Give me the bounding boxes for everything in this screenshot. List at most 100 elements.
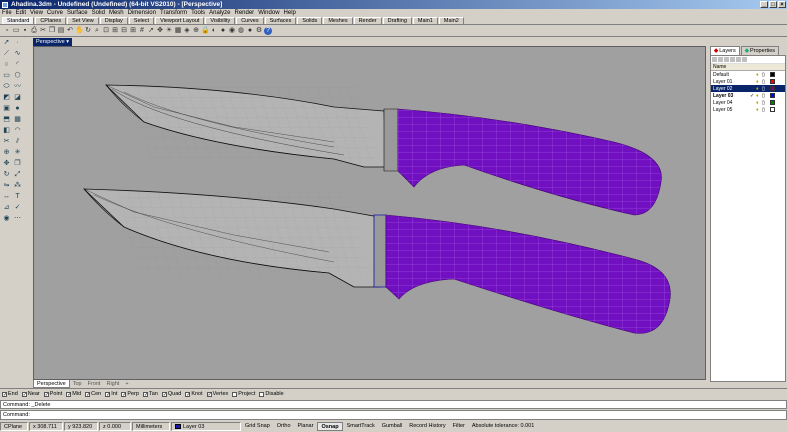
select-icon[interactable]: ➚ <box>147 27 155 35</box>
layer-color-swatch[interactable] <box>770 79 775 84</box>
render-tool-icon[interactable]: ◉ <box>2 214 11 223</box>
render-icon[interactable]: ● <box>219 27 227 35</box>
osnap-quad[interactable]: ✓ Quad <box>161 391 181 397</box>
mirror-tool-icon[interactable]: ⇋ <box>2 181 11 190</box>
cplane-field[interactable]: CPlane <box>0 422 28 431</box>
filter-icon[interactable] <box>742 57 747 62</box>
copy-icon[interactable]: ❐ <box>48 27 56 35</box>
zoom-window-icon[interactable]: ⊡ <box>102 27 110 35</box>
new-layer-icon[interactable] <box>712 57 717 62</box>
curve-tool-icon[interactable]: ∿ <box>13 49 22 58</box>
osnap-perp[interactable]: ✓ Perp <box>121 391 139 397</box>
osnap-vertex[interactable]: ✓ Vertex <box>206 391 228 397</box>
surface-tool-icon[interactable]: ◩ <box>2 93 11 102</box>
osnap-knot[interactable]: ✓ Knot <box>185 391 203 397</box>
checkbox[interactable] <box>232 391 238 397</box>
move-down-icon[interactable] <box>736 57 741 62</box>
boolean-tool-icon[interactable]: ◧ <box>2 126 11 135</box>
box-tool-icon[interactable]: ▣ <box>2 104 11 113</box>
lights-icon[interactable]: ☀ <box>165 27 173 35</box>
status-filter[interactable]: Filter <box>450 422 468 431</box>
viewport-tab-top[interactable]: Top <box>70 380 85 388</box>
menu-render[interactable]: Render <box>235 10 255 16</box>
fillet-tool-icon[interactable]: ◠ <box>13 126 22 135</box>
osnap-int[interactable]: ✓ Int <box>105 391 117 397</box>
ellipse-tool-icon[interactable]: ⬭ <box>2 82 11 91</box>
print-icon[interactable]: ⎙ <box>30 27 38 35</box>
layer-color-swatch[interactable] <box>770 100 775 105</box>
lock-icon[interactable]: ▯ <box>762 93 768 99</box>
osnap-point[interactable]: ✓ Point <box>43 391 62 397</box>
tab-visibility[interactable]: Visibility <box>205 17 236 24</box>
checkbox[interactable]: ✓ <box>85 391 90 397</box>
delete-layer-icon[interactable] <box>724 57 729 62</box>
tab-cplanes[interactable]: CPlanes <box>35 17 67 24</box>
tab-main1[interactable]: Main1 <box>412 17 438 24</box>
tab-set-view[interactable]: Set View <box>67 17 99 24</box>
four-views-icon[interactable]: ⊞ <box>129 27 137 35</box>
checkbox[interactable]: ✓ <box>43 391 49 397</box>
rotate-tool-icon[interactable]: ↻ <box>2 170 11 179</box>
checkbox[interactable] <box>259 391 265 397</box>
osnap-cen[interactable]: ✓ Cen <box>85 391 101 397</box>
lock-icon[interactable]: ▯ <box>762 107 768 113</box>
tab-meshes[interactable]: Meshes <box>323 17 353 24</box>
grid-icon[interactable]: # <box>138 27 146 35</box>
checkbox[interactable]: ✓ <box>121 391 127 397</box>
material-icon[interactable]: ◍ <box>237 27 245 35</box>
text-tool-icon[interactable]: T <box>13 192 22 201</box>
tab-layers[interactable]: ◆ Layers <box>710 46 740 55</box>
freeform-tool-icon[interactable]: 〰 <box>13 82 22 91</box>
status-ortho[interactable]: Ortho <box>274 422 294 431</box>
menu-view[interactable]: View <box>30 10 43 16</box>
move-up-icon[interactable] <box>730 57 735 62</box>
polygon-tool-icon[interactable]: ⬡ <box>13 71 22 80</box>
tab-viewport-layout[interactable]: Viewport Layout <box>155 17 205 24</box>
tab-select[interactable]: Select <box>128 17 155 24</box>
move-icon[interactable]: ✥ <box>156 27 164 35</box>
paste-icon[interactable]: ▤ <box>57 27 65 35</box>
minimize-button[interactable]: _ <box>760 1 768 8</box>
menu-dimension[interactable]: Dimension <box>128 10 156 16</box>
layer-color-swatch[interactable] <box>770 86 775 91</box>
menu-surface[interactable]: Surface <box>67 10 88 16</box>
tab-drafting[interactable]: Drafting <box>382 17 412 24</box>
lock-icon[interactable]: ▯ <box>762 72 768 78</box>
status-planar[interactable]: Planar <box>295 422 317 431</box>
shaded-icon[interactable]: ◉ <box>228 27 236 35</box>
move-tool-icon[interactable]: ✥ <box>2 159 11 168</box>
lock-icon[interactable]: ▯ <box>762 86 768 92</box>
status-record-history[interactable]: Record History <box>406 422 448 431</box>
join-tool-icon[interactable]: ⊕ <box>2 148 11 157</box>
pan-icon[interactable]: ✋ <box>75 27 84 35</box>
checkbox[interactable]: ✓ <box>105 391 110 397</box>
array-tool-icon[interactable]: ⁂ <box>13 181 22 190</box>
menu-analyze[interactable]: Analyze <box>209 10 230 16</box>
extrude-tool-icon[interactable]: ⬒ <box>2 115 11 124</box>
osnap-disable[interactable]: Disable <box>259 391 284 397</box>
knife-bottom[interactable] <box>82 188 671 334</box>
lock-icon[interactable]: 🔒 <box>201 27 210 35</box>
lock-icon[interactable]: ▯ <box>762 79 768 85</box>
viewport-tab-perspective[interactable]: Perspective <box>33 380 70 388</box>
menu-mesh[interactable]: Mesh <box>109 10 124 16</box>
layer-row[interactable]: Layer 01 ♦ ▯ <box>711 78 785 85</box>
new-sublayer-icon[interactable] <box>718 57 723 62</box>
perspective-viewport[interactable] <box>33 46 706 380</box>
checkbox[interactable]: ✓ <box>206 391 212 397</box>
menu-file[interactable]: File <box>2 10 12 16</box>
tab-render[interactable]: Render <box>353 17 382 24</box>
zoom-icon[interactable]: ⌕ <box>93 27 101 35</box>
zoom-extents-icon[interactable]: ⊞ <box>111 27 119 35</box>
rectangle-tool-icon[interactable]: ▭ <box>2 71 11 80</box>
units-field[interactable]: Millimeters <box>132 422 170 431</box>
osnap-project[interactable]: Project <box>232 391 255 397</box>
point-tool-icon[interactable]: · <box>13 38 22 47</box>
menu-edit[interactable]: Edit <box>16 10 26 16</box>
options-icon[interactable]: ⚙ <box>255 27 263 35</box>
scale-tool-icon[interactable]: ⤢ <box>13 170 22 179</box>
menu-help[interactable]: Help <box>284 10 296 16</box>
status-smarttrack[interactable]: SmartTrack <box>344 422 378 431</box>
zoom-selected-icon[interactable]: ⊟ <box>120 27 128 35</box>
layer-row[interactable]: Default ♦ ▯ <box>711 71 785 78</box>
